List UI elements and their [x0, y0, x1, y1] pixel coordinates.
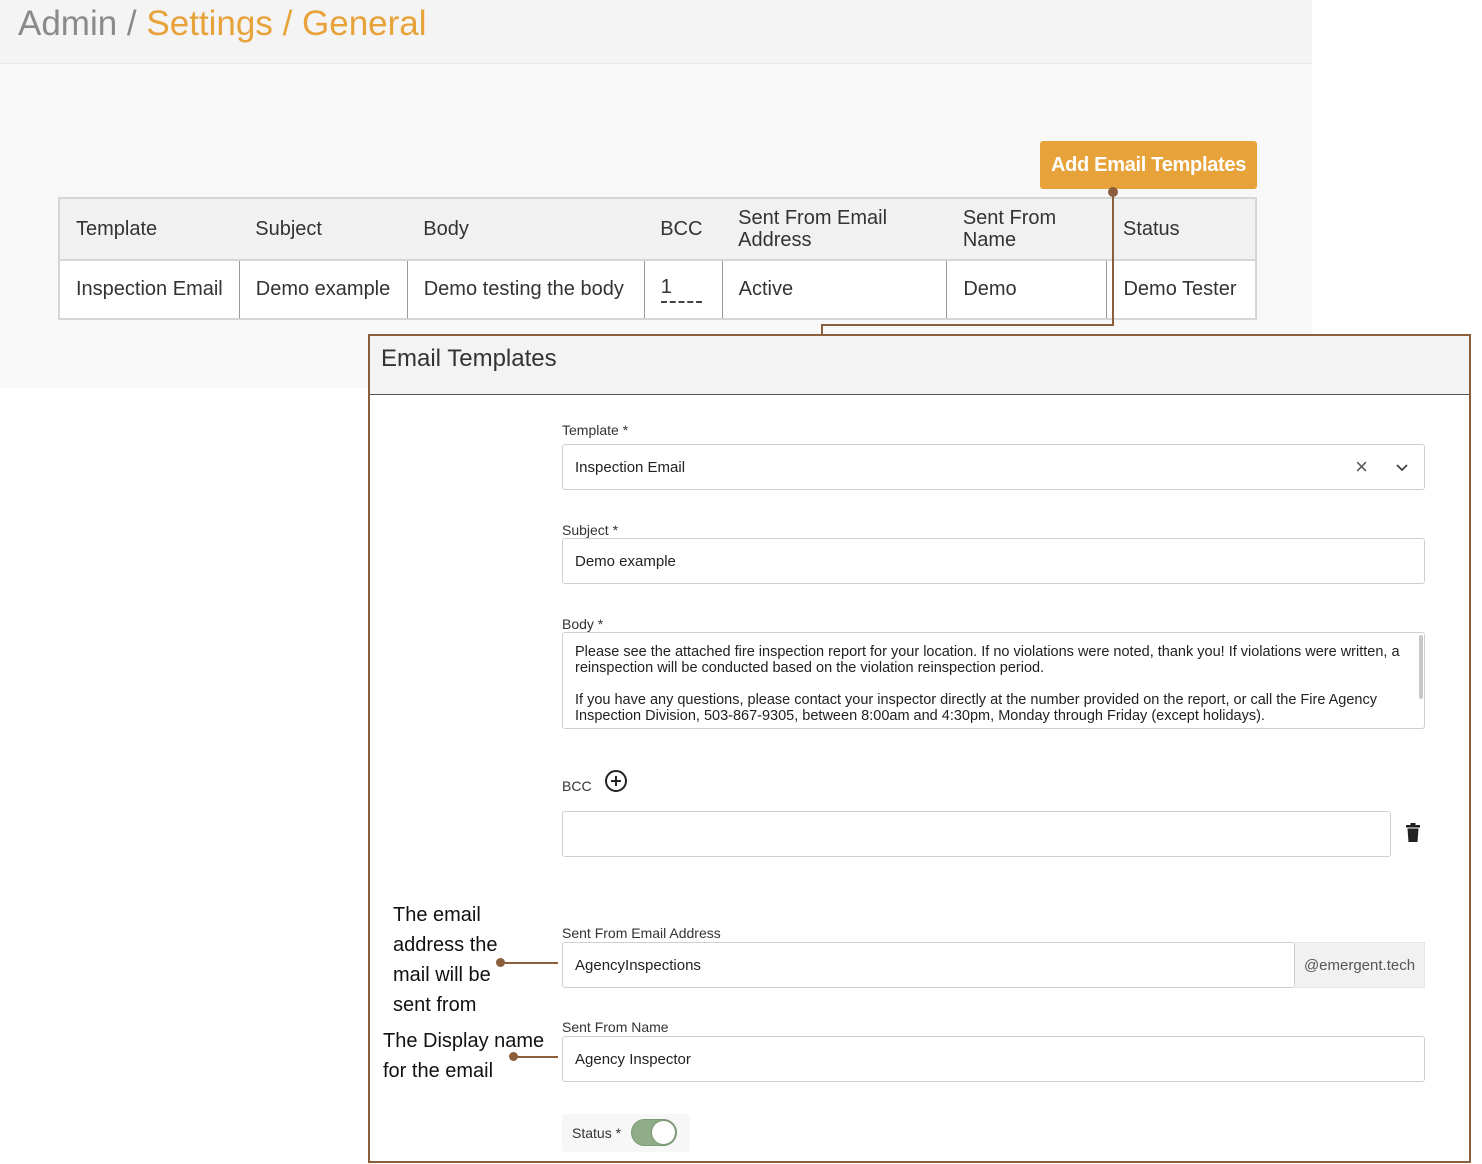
annotation-line: address the — [393, 934, 498, 956]
breadcrumb-settings-general: Settings / General — [146, 4, 427, 43]
column-header-body: Body — [407, 197, 645, 261]
sender-email-input[interactable]: AgencyInspections — [562, 942, 1295, 988]
template-select-value: Inspection Email — [575, 458, 686, 476]
subject-input[interactable]: Demo example — [562, 538, 1425, 584]
cell-bcc-value: 1 — [660, 276, 672, 298]
column-header-subject: Subject — [239, 197, 408, 261]
bcc-input[interactable] — [562, 811, 1391, 857]
modal-header: Email Templates — [370, 336, 1469, 395]
annotation-line: The email — [393, 904, 481, 926]
sender-email-value: AgencyInspections — [575, 956, 701, 974]
annotation-line — [514, 1056, 558, 1058]
table-row[interactable]: Inspection Email Demo example Demo testi… — [57, 260, 1258, 320]
modal-title: Email Templates — [381, 345, 557, 372]
sender-name-label: Sent From Name — [562, 1019, 669, 1035]
bcc-label: BCC — [562, 778, 592, 794]
template-label: Template * — [562, 422, 629, 438]
annotation-line: sent from — [393, 994, 477, 1016]
body-textarea[interactable]: Please see the attached fire inspection … — [562, 632, 1425, 729]
close-icon[interactable]: × — [1355, 456, 1368, 478]
breadcrumb: Admin / Settings / General — [18, 2, 427, 46]
sender-email-label: Sent From Email Address — [562, 925, 721, 941]
cell-bcc: 1 — [643, 260, 723, 320]
cell-subject: Demo example — [238, 260, 408, 320]
connector-line — [821, 324, 1114, 326]
body-scrollbar[interactable] — [1419, 635, 1423, 699]
column-header-status: Status — [1106, 197, 1258, 261]
annotation-line: mail will be — [393, 964, 491, 986]
annotation-line: for the email — [383, 1060, 494, 1082]
sender-name-input[interactable]: Agency Inspector — [562, 1036, 1425, 1082]
annotation-line: The Display name — [383, 1030, 545, 1052]
chevron-down-icon[interactable] — [1394, 459, 1410, 475]
annotation-line — [501, 962, 558, 964]
column-header-bcc: BCC — [644, 197, 723, 261]
connector-line — [1112, 192, 1114, 326]
email-templates-table: Template Subject Body BCC Sent From Emai… — [57, 197, 1258, 320]
column-header-sender-name: Sent From Name — [946, 197, 1107, 261]
template-select[interactable]: Inspection Email × — [562, 444, 1425, 490]
subject-label: Subject * — [562, 522, 619, 538]
toggle-knob — [652, 1121, 675, 1144]
body-label: Body * — [562, 616, 604, 632]
table-header-row: Template Subject Body BCC Sent From Emai… — [57, 197, 1258, 261]
status-label: Status * — [572, 1125, 622, 1141]
cell-template: Inspection Email — [57, 260, 240, 320]
email-domain-suffix: @emergent.tech — [1295, 942, 1425, 988]
trash-icon[interactable] — [1405, 823, 1421, 843]
cell-sender-email: Active — [721, 260, 947, 320]
subject-input-value: Demo example — [575, 552, 676, 570]
status-field: Status * — [562, 1114, 690, 1152]
add-email-templates-button[interactable]: Add Email Templates — [1040, 141, 1257, 189]
breadcrumb-admin[interactable]: Admin / — [18, 4, 146, 43]
sender-name-value: Agency Inspector — [575, 1050, 691, 1068]
cell-status: Demo Tester — [1106, 260, 1258, 320]
column-header-sender-email: Sent From Email Address — [722, 197, 947, 261]
column-header-template: Template — [57, 197, 240, 261]
cell-sender-name: Demo — [946, 260, 1107, 320]
add-circle-icon[interactable] — [604, 769, 628, 793]
page-header: Admin / Settings / General — [0, 0, 1312, 64]
body-paragraph: If you have any questions, please contac… — [575, 692, 1377, 724]
cell-body: Demo testing the body — [406, 260, 645, 320]
body-paragraph: Please see the attached fire inspection … — [575, 644, 1400, 676]
status-toggle[interactable] — [631, 1119, 677, 1146]
sender-email-annotation: The email address the mail will be sent … — [393, 900, 498, 1020]
